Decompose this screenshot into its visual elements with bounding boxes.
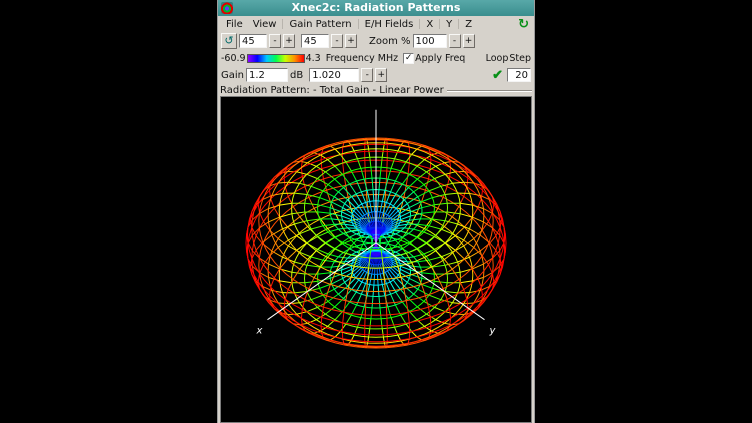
app-icon xyxy=(221,2,233,14)
loop-label: Loop xyxy=(486,53,509,64)
gain-colorbar xyxy=(247,54,305,63)
elevation-input[interactable] xyxy=(301,34,329,48)
menubar-separator xyxy=(419,19,420,29)
azimuth-input[interactable] xyxy=(239,34,267,48)
frequency-input[interactable] xyxy=(309,68,359,82)
zoom-plus-button[interactable]: + xyxy=(463,34,475,48)
step-count-input[interactable] xyxy=(507,68,531,82)
check-icon: ✓ xyxy=(405,53,413,63)
step-label: Step xyxy=(509,53,531,64)
menu-file[interactable]: File xyxy=(221,18,248,31)
menu-gain-pattern[interactable]: Gain Pattern xyxy=(284,18,356,31)
y-axis-label: y xyxy=(489,326,497,337)
scale-row: -60.9 4.3 Frequency MHz ✓ Apply Freq Loo… xyxy=(218,50,534,66)
view-controls-row: ↺ - + - + Zoom % - + xyxy=(218,32,534,50)
menu-z[interactable]: Z xyxy=(460,18,477,31)
menu-eh-fields[interactable]: E/H Fields xyxy=(360,18,419,31)
frequency-plus-button[interactable]: + xyxy=(375,68,387,82)
apply-freq-label: Apply Freq xyxy=(415,53,465,64)
xnec2c-window: Xnec2c: Radiation Patterns File View Gai… xyxy=(217,0,535,423)
menubar-separator xyxy=(282,19,283,29)
zoom-label: Zoom % xyxy=(369,36,411,47)
plot-frame-label: Radiation Pattern: - Total Gain - Linear… xyxy=(220,85,444,96)
menu-y[interactable]: Y xyxy=(441,18,457,31)
rotate-icon[interactable]: ↺ xyxy=(221,33,237,49)
plot-frame-label-row: Radiation Pattern: - Total Gain - Linear… xyxy=(218,84,534,96)
menubar-separator xyxy=(439,19,440,29)
frame-separator-line xyxy=(447,90,532,92)
gain-label: Gain xyxy=(221,70,244,81)
db-label: dB xyxy=(290,70,303,81)
gain-scale-max-label: 4.3 xyxy=(306,53,321,64)
apply-freq-checkbox[interactable]: ✓ xyxy=(403,53,414,64)
azimuth-plus-button[interactable]: + xyxy=(283,34,295,48)
menubar-separator xyxy=(358,19,359,29)
menubar: File View Gain Pattern E/H Fields X Y Z … xyxy=(218,16,534,32)
window-title: Xnec2c: Radiation Patterns xyxy=(233,0,519,16)
menu-view[interactable]: View xyxy=(248,18,282,31)
apply-check-button[interactable]: ✔ xyxy=(490,67,505,83)
frequency-mhz-label: Frequency MHz xyxy=(326,53,398,64)
elevation-minus-button[interactable]: - xyxy=(331,34,343,48)
radiation-plot[interactable]: xy xyxy=(220,96,532,423)
x-axis-label: x xyxy=(256,326,263,337)
azimuth-minus-button[interactable]: - xyxy=(269,34,281,48)
radiation-plot-svg: xy xyxy=(221,97,531,422)
frequency-minus-button[interactable]: - xyxy=(361,68,373,82)
redraw-loop-icon[interactable]: ↻ xyxy=(518,18,531,31)
menubar-separator xyxy=(458,19,459,29)
gain-row: Gain dB - + ✔ xyxy=(218,66,534,84)
menu-x[interactable]: X xyxy=(421,18,438,31)
gain-scale-min-label: -60.9 xyxy=(221,53,246,64)
desktop-background: Xnec2c: Radiation Patterns File View Gai… xyxy=(0,0,752,423)
window-titlebar[interactable]: Xnec2c: Radiation Patterns xyxy=(218,0,534,16)
zoom-minus-button[interactable]: - xyxy=(449,34,461,48)
gain-value-field[interactable] xyxy=(246,68,288,82)
zoom-input[interactable] xyxy=(413,34,447,48)
elevation-plus-button[interactable]: + xyxy=(345,34,357,48)
